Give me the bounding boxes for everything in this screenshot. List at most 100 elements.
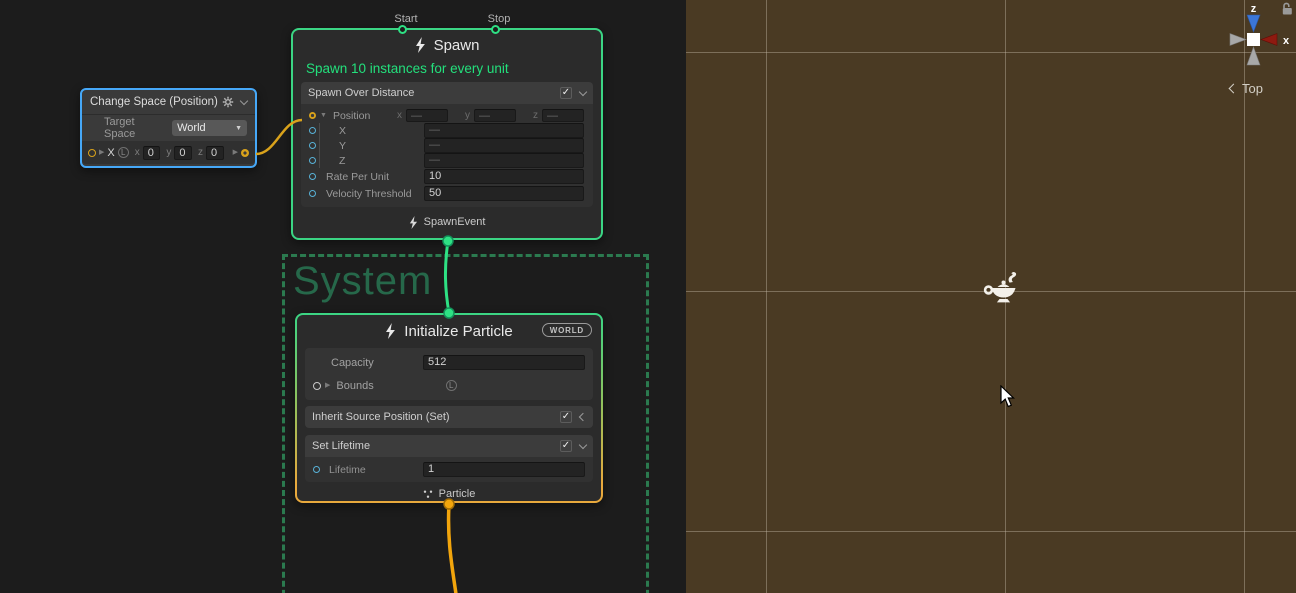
view-orientation-button[interactable]: Top <box>1230 81 1263 96</box>
spawn-event-output-label: SpawnEvent <box>424 216 486 228</box>
lock-icon[interactable] <box>1283 3 1292 14</box>
expand-triangle-icon[interactable]: ▶ <box>99 149 104 156</box>
spawn-title: Spawn <box>434 37 480 54</box>
lightning-icon <box>415 37 426 53</box>
sub-row-z: Z — <box>301 153 593 168</box>
inherit-source-position-block[interactable]: Inherit Source Position (Set) ✓ <box>305 406 593 428</box>
lightning-icon <box>385 323 396 339</box>
orientation-gizmo[interactable]: z x <box>1216 0 1296 72</box>
stop-port-label: Stop <box>488 13 511 25</box>
particle-icon <box>423 490 433 499</box>
grid-line <box>766 0 767 593</box>
axis-y-field[interactable]: 0 <box>174 146 192 160</box>
world-space-badge[interactable]: WORLD <box>542 323 592 337</box>
vfx-lamp-gizmo-icon[interactable] <box>983 270 1027 310</box>
capacity-label: Capacity <box>331 357 374 369</box>
axis-z-field[interactable]: 0 <box>206 146 224 160</box>
expand-triangle-icon[interactable]: ▶ <box>325 382 330 389</box>
output-triangle-icon: ▶ <box>233 149 238 156</box>
velocity-port[interactable] <box>309 190 316 197</box>
lifetime-label: Lifetime <box>329 464 366 476</box>
axis-y-label: y <box>166 147 171 158</box>
gizmo-center-cube[interactable] <box>1247 33 1260 46</box>
rate-port[interactable] <box>309 173 316 180</box>
position-output-port[interactable] <box>241 149 249 157</box>
initialize-settings: Capacity 512 ▶ Bounds L <box>305 348 593 400</box>
spawn-over-distance-block[interactable]: Spawn Over Distance ✓ ▼ Position x— y— z… <box>301 82 593 207</box>
target-space-dropdown[interactable]: World ▼ <box>172 120 247 136</box>
sub-row-x: X — <box>301 123 593 138</box>
x-field[interactable]: — <box>406 109 448 122</box>
bounds-label: Bounds <box>336 380 373 392</box>
axis-x-field[interactable]: 0 <box>143 146 161 160</box>
y-port[interactable] <box>309 142 316 149</box>
row-label: Rate Per Unit <box>326 171 389 183</box>
target-space-label: Target Space <box>104 116 164 140</box>
mouse-cursor <box>1000 385 1016 409</box>
block-title: Set Lifetime <box>312 440 560 452</box>
particle-output-label: Particle <box>439 488 476 500</box>
local-space-toggle[interactable]: L <box>446 380 457 391</box>
axis-x-label: x <box>1283 35 1290 47</box>
block-enabled-checkbox[interactable]: ✓ <box>560 440 572 452</box>
target-space-value: World <box>177 122 235 134</box>
block-enabled-checkbox[interactable]: ✓ <box>560 411 572 423</box>
neg-z-axis-cone[interactable] <box>1247 47 1260 65</box>
stop-flow-port[interactable] <box>491 25 500 34</box>
expand-triangle-icon[interactable]: ▼ <box>320 112 327 119</box>
velocity-threshold-row: Velocity Threshold 50 <box>301 185 593 202</box>
change-space-node[interactable]: Change Space (Position) Target Space Wor… <box>80 88 257 168</box>
check-icon: ✓ <box>562 441 570 451</box>
dropdown-arrow-icon: ▼ <box>235 125 242 132</box>
block-title: Spawn Over Distance <box>308 87 560 99</box>
z-port[interactable] <box>309 157 316 164</box>
start-flow-port[interactable] <box>398 25 407 34</box>
initialize-particle-node[interactable]: Initialize Particle WORLD Capacity 512 ▶… <box>295 313 603 503</box>
system-group-label: System <box>285 257 646 304</box>
x-port[interactable] <box>309 127 316 134</box>
chevron-left-icon[interactable] <box>579 413 587 421</box>
z-field[interactable]: — <box>542 109 584 122</box>
grid-line <box>686 531 1296 532</box>
neg-x-axis-cone[interactable] <box>1230 34 1246 46</box>
lifetime-port[interactable] <box>313 466 320 473</box>
spawn-context-node[interactable]: Start Stop Spawn Spawn 10 instances for … <box>291 28 603 240</box>
row-field[interactable]: — <box>424 153 584 168</box>
axis-z-label: z <box>198 147 203 158</box>
x-io-label: X <box>107 147 114 159</box>
collapse-chevron-icon[interactable] <box>240 96 248 104</box>
vfx-graph-canvas[interactable]: System Change Space (Position) <box>0 0 686 593</box>
spawn-subtitle: Spawn 10 instances for every unit <box>293 60 601 82</box>
capacity-row: Capacity 512 <box>305 351 593 374</box>
position-input-port[interactable] <box>88 149 96 157</box>
block-enabled-checkbox[interactable]: ✓ <box>560 87 572 99</box>
rate-per-unit-row: Rate Per Unit 10 <box>301 168 593 185</box>
z-label: z <box>533 110 538 121</box>
position-port[interactable] <box>309 112 316 119</box>
row-label: X <box>339 125 346 137</box>
x-label: x <box>397 110 402 121</box>
chevron-down-icon[interactable] <box>579 87 587 95</box>
z-axis-cone[interactable] <box>1247 15 1260 32</box>
lifetime-field[interactable]: 1 <box>423 462 585 477</box>
grid-line <box>686 52 1296 53</box>
row-field[interactable]: — <box>424 138 584 153</box>
initialize-title: Initialize Particle <box>404 323 512 340</box>
row-field[interactable]: — <box>424 123 584 138</box>
x-axis-cone[interactable] <box>1261 34 1277 46</box>
local-space-toggle[interactable]: L <box>118 147 129 158</box>
velocity-field[interactable]: 50 <box>424 186 584 201</box>
rate-field[interactable]: 10 <box>424 169 584 184</box>
set-lifetime-block[interactable]: Set Lifetime ✓ Lifetime 1 <box>305 435 593 482</box>
capacity-field[interactable]: 512 <box>423 355 585 370</box>
gear-icon[interactable] <box>222 96 234 108</box>
lifetime-row: Lifetime 1 <box>305 457 593 482</box>
axis-x-label: x <box>135 147 140 158</box>
chevron-down-icon[interactable] <box>579 440 587 448</box>
row-label: Z <box>339 155 345 167</box>
y-label: y <box>465 110 470 121</box>
bounds-port[interactable] <box>313 382 321 390</box>
check-icon: ✓ <box>562 88 570 98</box>
scene-view[interactable]: z x Top <box>686 0 1296 593</box>
y-field[interactable]: — <box>474 109 516 122</box>
